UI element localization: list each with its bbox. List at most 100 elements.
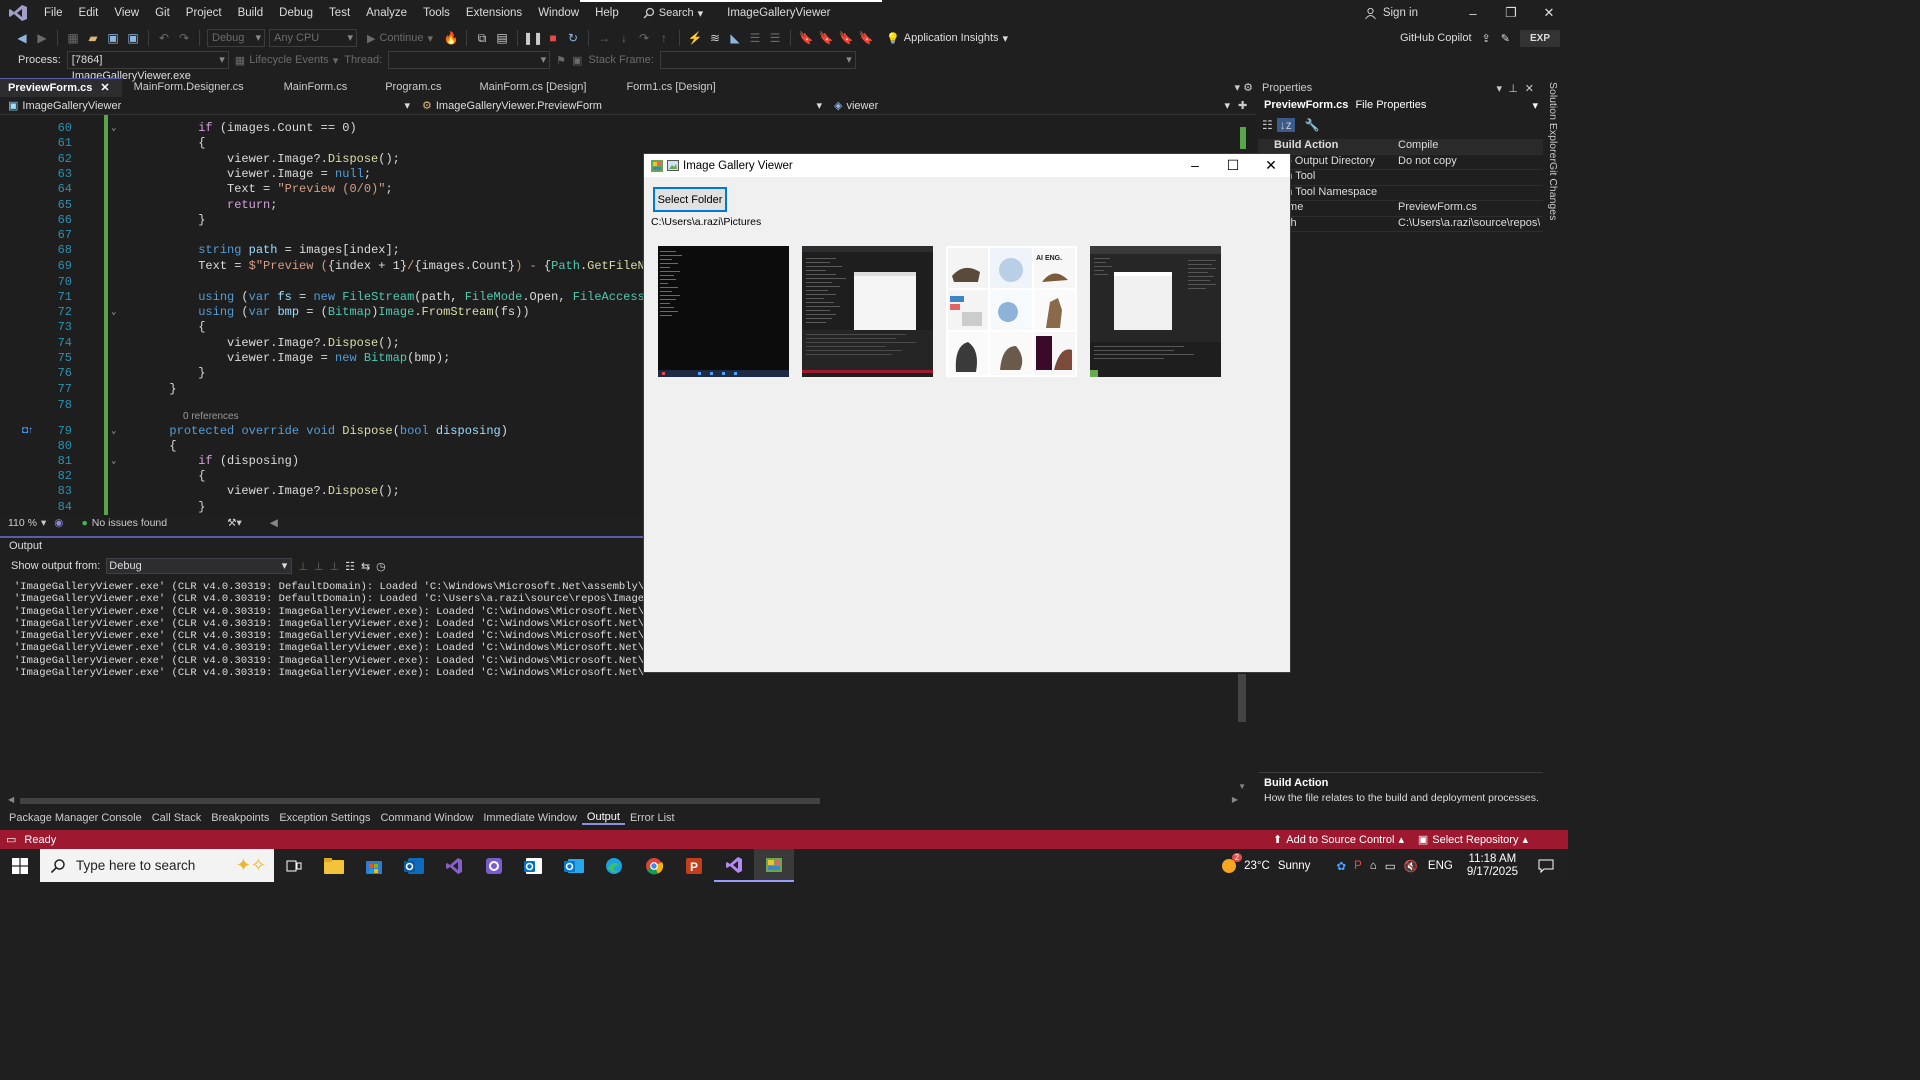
tab-call-stack[interactable]: Call Stack — [147, 812, 207, 824]
menu-view[interactable]: View — [106, 0, 147, 26]
weather-icon[interactable]: 2 — [1220, 852, 1243, 875]
filter-icon[interactable]: ▣ — [572, 54, 582, 67]
menu-project[interactable]: Project — [178, 0, 230, 26]
outlook-classic-icon[interactable] — [514, 849, 554, 882]
tab-mainform-cs[interactable]: MainForm.cs — [256, 78, 360, 97]
pause-icon[interactable]: ❚❚ — [523, 30, 543, 46]
next-message-icon[interactable]: ⊥ — [329, 560, 339, 573]
alphabetical-icon[interactable]: ↓z — [1276, 118, 1295, 132]
display-tray-icon[interactable]: ▭ — [1385, 859, 1396, 873]
github-copilot-button[interactable]: GitHub Copilot — [1400, 32, 1472, 44]
layout-icon[interactable]: ▤ — [494, 30, 510, 46]
file-explorer-icon[interactable] — [314, 849, 354, 882]
tab-exception-settings[interactable]: Exception Settings — [274, 812, 375, 824]
tab-form1-design[interactable]: Form1.cs [Design] — [598, 78, 727, 97]
references-codelens[interactable]: 0 references — [183, 411, 239, 422]
menu-debug[interactable]: Debug — [271, 0, 321, 26]
notifications-icon[interactable] — [1538, 858, 1554, 874]
output-source-select[interactable]: Debug ▾ — [106, 558, 293, 574]
next-bookmark-icon[interactable]: 🔖 — [838, 30, 854, 46]
thread-select[interactable]: ▾ — [388, 51, 551, 69]
close-icon[interactable]: ✕ — [1525, 82, 1534, 95]
type-select[interactable]: ⚙ ImageGalleryViewer.PreviewForm ▾ — [414, 98, 826, 114]
code-cleanup-icon[interactable]: ⚒▾ — [227, 517, 242, 529]
step-out-icon[interactable]: ↑ — [656, 30, 672, 46]
property-row[interactable]: PathC:\Users\a.razi\source\repos\Ima — [1258, 217, 1543, 232]
wrench-icon[interactable]: 🔧 — [1305, 118, 1320, 132]
clock-icon[interactable]: ◷ — [376, 560, 386, 573]
browser-link-icon[interactable]: ⧉ — [474, 30, 490, 46]
project-select[interactable]: ▣ ImageGalleryViewer ▾ — [0, 98, 414, 114]
clear-bookmarks-icon[interactable]: 🔖 — [858, 30, 874, 46]
edge-icon[interactable] — [594, 849, 634, 882]
menu-edit[interactable]: Edit — [71, 0, 107, 26]
thumbnail-dark-app-screenshot[interactable] — [1090, 246, 1221, 377]
tab-solution-explorer[interactable]: Solution Explorer — [1547, 82, 1559, 162]
network-tray-icon[interactable]: ⌂ — [1370, 860, 1377, 872]
redo-icon[interactable]: ↷ — [176, 30, 192, 46]
scroll-down-icon[interactable]: ▼ — [1238, 782, 1246, 791]
scroll-right-icon[interactable]: ▶ — [1232, 795, 1238, 804]
scroll-left-icon[interactable]: ◀ — [270, 517, 278, 529]
word-wrap-icon[interactable]: ⇆ — [361, 560, 370, 573]
property-row[interactable]: NamePreviewForm.cs — [1258, 201, 1543, 217]
menu-extensions[interactable]: Extensions — [458, 0, 530, 26]
show-next-statement-icon[interactable]: → — [596, 30, 612, 46]
output-text[interactable]: 'ImageGalleryViewer.exe' (CLR v4.0.30319… — [14, 581, 644, 811]
menu-tools[interactable]: Tools — [415, 0, 458, 26]
pin-icon[interactable]: ⊥ — [1508, 82, 1518, 95]
prev-bookmark-icon[interactable]: 🔖 — [818, 30, 834, 46]
tab-mainform-designer-cs[interactable]: MainForm.Designer.cs — [122, 78, 256, 97]
hot-reload-settings-icon[interactable]: ≋ — [707, 30, 723, 46]
clear-all-icon[interactable]: ☷ — [345, 560, 355, 573]
menu-analyze[interactable]: Analyze — [358, 0, 415, 26]
tab-program-cs[interactable]: Program.cs — [359, 78, 453, 97]
outlook-icon[interactable] — [394, 849, 434, 882]
weather-desc[interactable]: Sunny — [1278, 860, 1311, 872]
bookmark-icon[interactable]: 🔖 — [798, 30, 814, 46]
step-over-icon[interactable]: ↷ — [636, 30, 652, 46]
clock[interactable]: 11:18 AM 9/17/2025 — [1467, 853, 1518, 879]
copilot-tray-icon[interactable]: ✿ — [1336, 859, 1346, 873]
language-indicator[interactable]: ENG — [1428, 860, 1453, 872]
start-button[interactable] — [0, 849, 40, 882]
comment-icon[interactable]: ☰ — [747, 30, 763, 46]
property-row[interactable]: tom Tool Namespace — [1258, 186, 1543, 201]
menu-test[interactable]: Test — [321, 0, 358, 26]
find-message-icon[interactable]: ⊥ — [298, 560, 308, 573]
forward-icon[interactable]: ▶ — [34, 30, 50, 46]
output-hscrollbar[interactable]: ◀ ▶ — [8, 795, 1238, 805]
image-gallery-app-icon[interactable] — [754, 849, 794, 882]
menu-file[interactable]: File — [36, 0, 71, 26]
undo-icon[interactable]: ↶ — [156, 30, 172, 46]
tab-output[interactable]: Output — [581, 811, 625, 825]
hscroll-thumb[interactable] — [20, 798, 820, 804]
visual-studio-icon[interactable] — [434, 849, 474, 882]
tab-mainform-design[interactable]: MainForm.cs [Design] — [453, 78, 598, 97]
flag-icon[interactable]: ⚑ — [556, 54, 566, 67]
save-icon[interactable]: ▣ — [105, 30, 121, 46]
lifecycle-events-button[interactable]: ▦ Lifecycle Events ▾ — [235, 54, 338, 67]
powerpoint-icon[interactable]: P — [674, 849, 714, 882]
menu-build[interactable]: Build — [230, 0, 272, 26]
select-folder-button[interactable]: Select Folder — [653, 187, 727, 212]
close-button[interactable]: ✕ — [1530, 5, 1568, 21]
tab-previewform-cs[interactable]: PreviewForm.cs ✕ — [0, 78, 122, 97]
search-button[interactable]: Search ▾ — [633, 7, 713, 20]
taskbar-search-input[interactable]: Type here to search ✦✧ — [40, 849, 274, 882]
tab-breakpoints[interactable]: Breakpoints — [206, 812, 274, 824]
copilot-icon[interactable]: ◉ — [54, 517, 63, 529]
hot-reload-icon[interactable]: 🔥 — [443, 30, 459, 46]
task-view-icon[interactable] — [274, 849, 314, 882]
back-icon[interactable]: ◀ — [14, 30, 30, 46]
prev-message-icon[interactable]: ⊥ — [314, 560, 324, 573]
save-all-icon[interactable]: ▣ — [125, 30, 141, 46]
restart-icon[interactable]: ↻ — [565, 30, 581, 46]
tab-overflow-icon[interactable]: ▾ — [1234, 81, 1240, 94]
diagnostics-icon[interactable]: ⚡ — [687, 30, 703, 46]
menu-window[interactable]: Window — [530, 0, 587, 26]
categorized-icon[interactable]: ☷ — [1262, 118, 1273, 132]
share-icon[interactable]: ⇪ — [1482, 32, 1491, 45]
visual-studio-active-icon[interactable] — [714, 849, 754, 882]
menu-help[interactable]: Help — [587, 0, 627, 26]
